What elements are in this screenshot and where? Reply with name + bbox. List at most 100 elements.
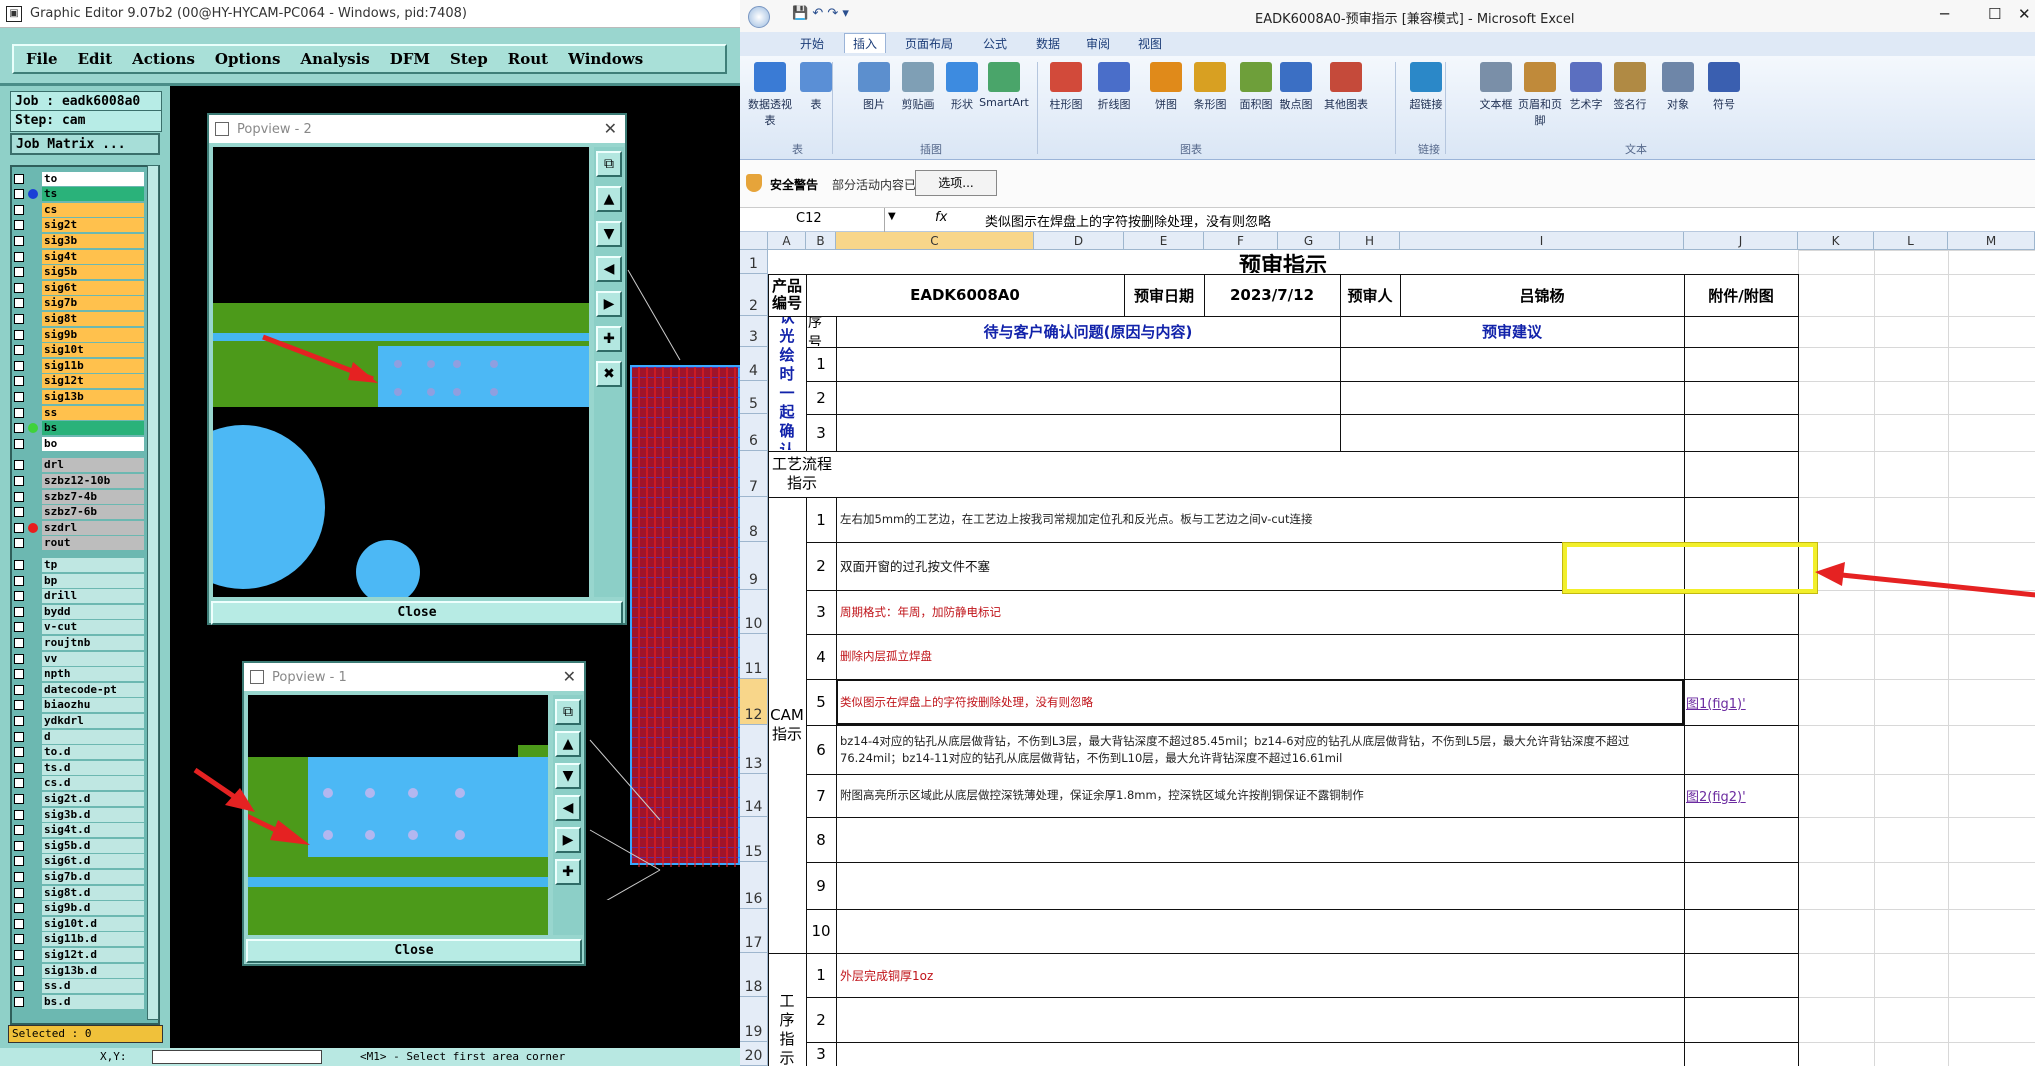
layer-checkbox[interactable] — [14, 965, 24, 976]
product-label[interactable]: 产品编号 — [770, 275, 804, 315]
layer-checkbox[interactable] — [14, 793, 24, 804]
layer-checkbox[interactable] — [14, 507, 24, 518]
row-header[interactable]: 12 — [740, 679, 768, 725]
popview-2-close-button[interactable]: Close — [211, 601, 623, 625]
menu-file[interactable]: File — [26, 50, 58, 68]
cam-item[interactable] — [838, 818, 1682, 861]
layer-name[interactable]: npth — [42, 667, 144, 682]
pending-label[interactable]: 待确认光绘时一起确认问题 — [770, 317, 804, 450]
layer-checkbox[interactable] — [14, 538, 24, 549]
seq-number[interactable]: 5 — [808, 680, 834, 724]
row-header[interactable]: 4 — [740, 347, 768, 381]
cam-item[interactable]: 左右加5mm的工艺边，在工艺边上按我司常规加定位孔和反光点。板与工艺边之间v-c… — [838, 498, 1682, 541]
layer-name[interactable]: sig3b.d — [42, 807, 144, 822]
layer-row[interactable]: datecode-pt — [14, 682, 144, 697]
layer-row[interactable]: sig6t.d — [14, 854, 144, 869]
layer-name[interactable]: drill — [42, 589, 144, 604]
layer-row[interactable]: szdrl — [14, 520, 144, 535]
ribbon-button[interactable]: 条形图 — [1184, 62, 1236, 112]
layer-checkbox[interactable] — [14, 918, 24, 929]
layer-checkbox[interactable] — [14, 949, 24, 960]
row-header[interactable]: 18 — [740, 953, 768, 997]
layer-row[interactable]: npth — [14, 667, 144, 682]
column-header[interactable]: E — [1124, 232, 1204, 250]
layer-checkbox[interactable] — [14, 235, 24, 246]
row-header[interactable]: 20 — [740, 1042, 768, 1066]
row-header[interactable]: 15 — [740, 817, 768, 862]
row-header[interactable]: 16 — [740, 862, 768, 909]
office-button-icon[interactable] — [748, 6, 770, 28]
seq-number[interactable]: 2 — [808, 543, 834, 589]
layer-name[interactable]: sig7b — [42, 296, 144, 311]
layer-checkbox[interactable] — [14, 329, 24, 340]
layer-row[interactable]: to — [14, 171, 144, 186]
layer-row[interactable]: bs.d — [14, 994, 144, 1009]
seq-number[interactable]: 10 — [808, 910, 834, 952]
layer-name[interactable]: ydkdrl — [42, 713, 144, 728]
layer-row[interactable]: bp — [14, 573, 144, 588]
seq-number[interactable]: 3 — [808, 591, 834, 633]
cam-item[interactable]: bz14-4对应的钻孔从底层做背钻，不伤到L3层，最大背钻深度不超过85.45m… — [838, 726, 1682, 773]
row-header[interactable]: 6 — [740, 414, 768, 451]
layer-row[interactable]: roujtnb — [14, 635, 144, 650]
layer-checkbox[interactable] — [14, 809, 24, 820]
layer-row[interactable]: sig10t — [14, 343, 144, 358]
layer-row[interactable]: sig8t.d — [14, 885, 144, 900]
row-header[interactable]: 5 — [740, 381, 768, 414]
cam-item[interactable]: 附图高亮所示区域此从底层做控深铣薄处理，保证余厚1.8mm，控深铣区域允许按削铜… — [838, 775, 1682, 816]
layer-name[interactable]: roujtnb — [42, 635, 144, 650]
layer-name[interactable]: sig13b.d — [42, 963, 144, 978]
date-value[interactable]: 2023/7/12 — [1206, 275, 1338, 315]
issue-header[interactable]: 待与客户确认问题(原因与内容) — [838, 317, 1338, 346]
layer-name[interactable]: to — [42, 171, 144, 186]
layer-name[interactable]: bo — [42, 436, 144, 451]
pan-right-icon[interactable]: ▶ — [596, 291, 622, 317]
popview-2-window[interactable]: Popview - 2 ✕ ⧉ ▲ ▼ ◀ ▶ ✚ ✖ Close — [207, 113, 627, 625]
popview-1-window[interactable]: Popview - 1 ✕ ⧉ ▲ ▼ ◀ ▶ ✚ Close — [242, 661, 586, 966]
menu-options[interactable]: Options — [215, 50, 281, 68]
reviewer-label[interactable]: 预审人 — [1342, 275, 1398, 315]
layer-checkbox[interactable] — [14, 407, 24, 418]
layer-row[interactable]: sig10t.d — [14, 916, 144, 931]
layer-row[interactable]: szbz7-4b — [14, 489, 144, 504]
menu-analysis[interactable]: Analysis — [300, 50, 369, 68]
tab-view[interactable]: 视图 — [1138, 35, 1162, 52]
row-header[interactable]: 1 — [740, 250, 768, 274]
layer-name[interactable]: ss.d — [42, 979, 144, 994]
layer-name[interactable]: bs.d — [42, 994, 144, 1009]
layer-name[interactable]: sig6t.d — [42, 854, 144, 869]
layer-row[interactable]: sig12t.d — [14, 947, 144, 962]
layer-row[interactable]: sig7b — [14, 296, 144, 311]
layer-name[interactable]: sig6t — [42, 280, 144, 295]
layer-name[interactable]: sig9b — [42, 327, 144, 342]
layer-checkbox[interactable] — [14, 475, 24, 486]
layer-row[interactable]: bs — [14, 421, 144, 436]
layer-row[interactable]: ss — [14, 405, 144, 420]
cam-item[interactable] — [838, 863, 1682, 908]
layer-name[interactable]: sig4t.d — [42, 823, 144, 838]
layer-name[interactable]: bp — [42, 573, 144, 588]
cam-item[interactable]: 删除内层孤立焊盘 — [838, 635, 1682, 678]
layer-checkbox[interactable] — [14, 840, 24, 851]
layer-row[interactable]: sig3b — [14, 233, 144, 248]
layer-row[interactable]: sig11b — [14, 358, 144, 373]
layer-checkbox[interactable] — [14, 460, 24, 471]
menu-actions[interactable]: Actions — [132, 50, 195, 68]
layer-row[interactable]: sig13b.d — [14, 963, 144, 978]
cam-item[interactable]: 双面开窗的过孔按文件不塞 — [838, 543, 1682, 589]
row-header[interactable]: 10 — [740, 590, 768, 634]
layer-name[interactable]: bs — [42, 421, 144, 436]
suggest-header[interactable]: 预审建议 — [1342, 317, 1682, 346]
layer-checkbox[interactable] — [14, 856, 24, 867]
ribbon-button[interactable]: 页眉和页脚 — [1514, 62, 1566, 128]
layer-checkbox[interactable] — [14, 606, 24, 617]
layer-row[interactable]: drill — [14, 589, 144, 604]
layer-name[interactable]: szdrl — [42, 520, 144, 535]
seq-label[interactable]: 序号 — [808, 317, 834, 346]
menu-dfm[interactable]: DFM — [390, 50, 430, 68]
seq-number[interactable]: 1 — [808, 954, 834, 996]
layer-checkbox[interactable] — [14, 360, 24, 371]
layer-checkbox[interactable] — [14, 522, 24, 533]
seq-number[interactable]: 6 — [808, 726, 834, 773]
layer-checkbox[interactable] — [14, 887, 24, 898]
